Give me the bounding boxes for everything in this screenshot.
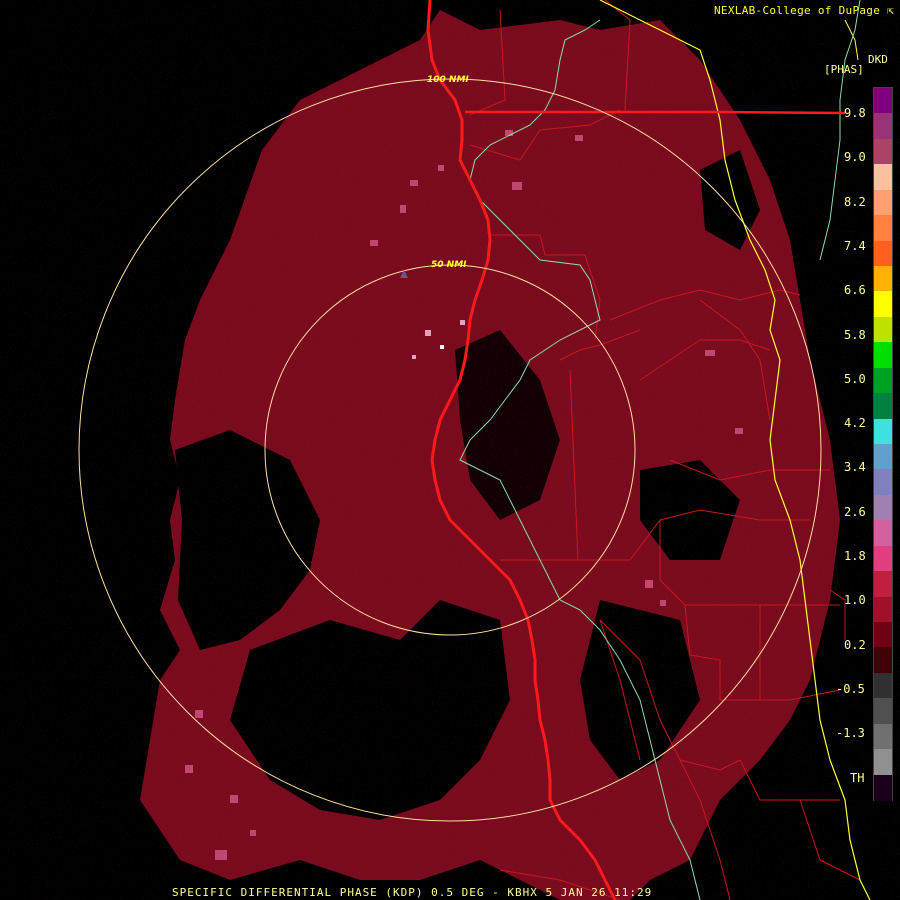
color-scale-bar [873, 87, 893, 801]
highway-connector [465, 110, 846, 115]
scale-swatch [874, 393, 892, 420]
range-ring-label-50: 50 NMI [431, 260, 467, 270]
scale-label: 2.6 [844, 504, 866, 519]
scale-label: TH [850, 770, 865, 785]
scale-swatch [874, 723, 892, 750]
scale-swatch [874, 545, 892, 572]
scale-swatch [874, 266, 892, 292]
scale-swatch [874, 291, 892, 318]
radar-map: 100 NMI 50 NMI [0, 0, 900, 900]
scale-swatch [874, 240, 892, 267]
scale-swatch [874, 164, 892, 191]
scale-swatch [874, 189, 892, 216]
arrow-corner-icon[interactable]: ⇱ [887, 4, 894, 17]
scale-label: 9.8 [844, 106, 866, 120]
scale-label: 1.8 [844, 549, 866, 563]
scale-swatch [874, 494, 892, 521]
credit-label: NEXLAB-College of DuPage ⇱ [714, 4, 894, 17]
scale-swatch [874, 520, 892, 547]
scale-swatch [874, 698, 892, 725]
scale-label: 5.8 [844, 327, 866, 342]
product-code: DKD [868, 53, 888, 66]
scale-label: 7.4 [844, 238, 866, 253]
range-ring-label-100: 100 NMI [427, 75, 469, 85]
product-subcode: [PHAS] [824, 63, 864, 76]
scale-swatch [874, 418, 892, 445]
scale-swatch [874, 672, 892, 699]
scale-label: -1.3 [836, 726, 865, 741]
scale-label: 4.2 [844, 416, 866, 431]
scale-swatch [874, 749, 892, 776]
scale-label: 3.4 [844, 460, 866, 475]
scale-swatch [874, 571, 892, 598]
scale-swatch [874, 342, 892, 369]
scale-label: 5.0 [844, 371, 866, 386]
scale-swatch [874, 622, 892, 648]
echo-field [0, 0, 900, 900]
scale-label: -0.5 [836, 681, 865, 696]
scale-swatch [874, 647, 892, 674]
scale-swatch [874, 215, 892, 242]
scale-swatch [874, 444, 892, 470]
echo-texture [0, 0, 900, 900]
scale-swatch [874, 138, 892, 165]
scale-label: 1.0 [844, 593, 866, 608]
scale-label: 8.2 [844, 194, 866, 209]
scale-swatch [874, 469, 892, 496]
scale-swatch [874, 596, 892, 623]
product-caption: SPECIFIC DIFFERENTIAL PHASE (KDP) 0.5 DE… [172, 886, 653, 899]
scale-label: 9.0 [844, 150, 866, 165]
scale-label: 0.2 [844, 637, 866, 652]
scale-swatch [874, 88, 892, 114]
scale-swatch [874, 113, 892, 140]
scale-label: 6.6 [844, 283, 866, 298]
credit-text: NEXLAB-College of DuPage [714, 4, 881, 17]
scale-swatch [874, 367, 892, 394]
scale-swatch [874, 774, 892, 801]
scale-swatch [874, 316, 892, 343]
